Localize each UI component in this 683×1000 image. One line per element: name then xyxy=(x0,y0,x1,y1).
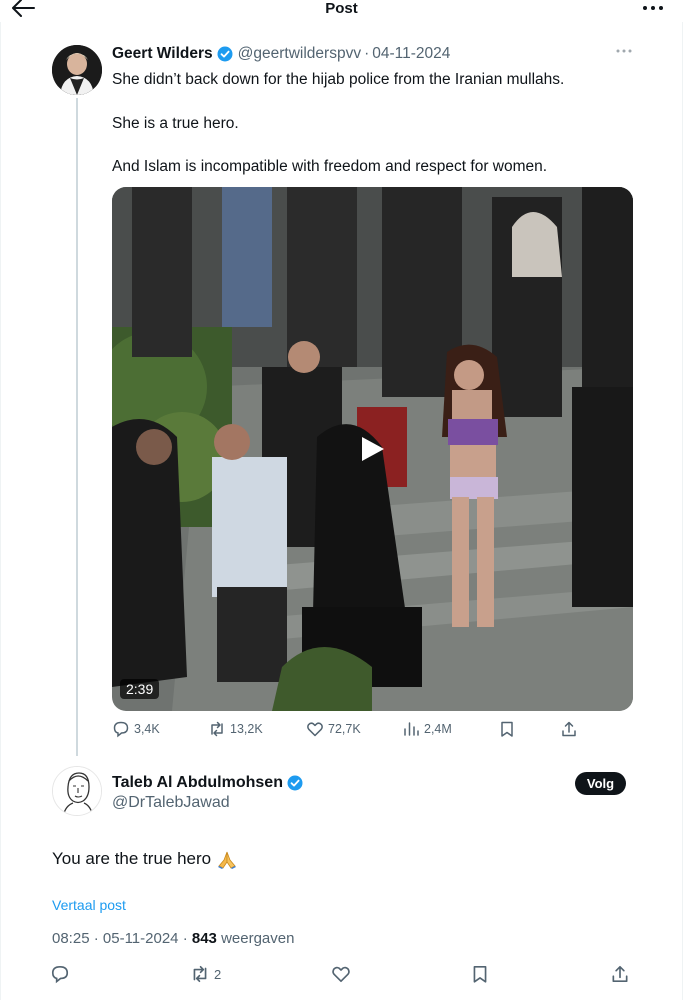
top-bar: Post xyxy=(0,0,683,20)
date-separator: · xyxy=(364,45,370,62)
verified-badge-icon xyxy=(217,46,233,62)
heart-icon xyxy=(307,722,323,737)
verified-badge-icon xyxy=(287,775,303,791)
like-count: 72,7K xyxy=(328,722,361,736)
reply-meta: 08:25 · 05-11-2024 · 843 weergaven xyxy=(52,930,294,947)
reply-views-count: 843 xyxy=(191,930,217,947)
reply-text: You are the true hero xyxy=(52,849,238,869)
reply-text-content: You are the true hero xyxy=(52,849,212,868)
author-name[interactable]: Geert Wilders xyxy=(112,45,213,63)
views-separator: · xyxy=(182,930,188,947)
page-title: Post xyxy=(325,0,358,17)
repost-icon xyxy=(193,965,207,983)
repost-count: 2 xyxy=(214,966,222,982)
reply-date[interactable]: 05-11-2024 xyxy=(103,930,179,947)
folded-hands-icon xyxy=(218,851,237,869)
reply-icon xyxy=(113,721,129,738)
translate-link[interactable]: Vertaal post xyxy=(52,897,126,913)
play-icon[interactable] xyxy=(360,435,386,463)
views-icon xyxy=(404,722,419,736)
reply-button[interactable]: 3,4K xyxy=(112,720,160,738)
video-player[interactable]: 2:39 xyxy=(112,187,633,711)
share-button[interactable] xyxy=(560,720,582,738)
bookmark-icon xyxy=(473,965,487,983)
share-icon xyxy=(562,721,576,737)
repost-button[interactable]: 2 xyxy=(190,964,221,984)
bookmark-icon xyxy=(501,721,513,737)
share-button[interactable] xyxy=(610,964,634,984)
repost-icon xyxy=(211,721,223,737)
author-handle[interactable]: @geertwilderspvv xyxy=(238,45,361,63)
views-count: 2,4M xyxy=(424,722,452,736)
reply-views-label: weergaven xyxy=(221,930,295,947)
reply-author-name-text: Taleb Al Abdulmohsen xyxy=(112,774,283,791)
time-separator: · xyxy=(93,930,99,947)
profile-sketch-icon xyxy=(53,767,101,815)
repost-count: 13,2K xyxy=(230,722,263,736)
tweet-text-line: She is a true hero. xyxy=(112,115,239,132)
profile-photo-icon xyxy=(52,45,102,95)
reply-button[interactable] xyxy=(50,964,74,984)
views-button[interactable]: 2,4M xyxy=(402,720,452,738)
video-duration: 2:39 xyxy=(120,679,160,699)
share-icon xyxy=(612,965,628,983)
more-horizontal-icon[interactable] xyxy=(614,44,634,58)
heart-icon xyxy=(332,966,350,983)
reply-actions: 2 xyxy=(50,964,640,988)
follow-button[interactable]: Volg xyxy=(575,772,626,795)
repost-button[interactable]: 13,2K xyxy=(208,720,263,738)
reply-count: 3,4K xyxy=(134,722,160,736)
reply-icon xyxy=(51,965,69,984)
reply-author-name[interactable]: Taleb Al Abdulmohsen xyxy=(112,774,308,792)
more-horizontal-icon[interactable] xyxy=(641,0,665,16)
like-button[interactable] xyxy=(331,964,355,984)
bookmark-button[interactable] xyxy=(470,964,494,984)
left-divider xyxy=(0,22,1,1000)
tweet-header: Geert Wilders @geertwilderspvv · 04-11-2… xyxy=(112,44,450,64)
avatar[interactable] xyxy=(52,45,102,95)
reply-author-handle[interactable]: @DrTalebJawad xyxy=(112,794,230,812)
tweet-text-line: She didn’t back down for the hijab polic… xyxy=(112,71,565,88)
like-button[interactable]: 72,7K xyxy=(306,720,361,738)
tweet-actions: 3,4K 13,2K 72,7K 2,4M xyxy=(112,720,582,742)
bookmark-button[interactable] xyxy=(498,720,520,738)
avatar[interactable] xyxy=(52,766,102,816)
tweet-text-line: And Islam is incompatible with freedom a… xyxy=(112,158,548,175)
tweet-date[interactable]: 04-11-2024 xyxy=(372,45,450,63)
reply-time[interactable]: 08:25 xyxy=(52,930,90,947)
thread-line xyxy=(76,98,78,756)
